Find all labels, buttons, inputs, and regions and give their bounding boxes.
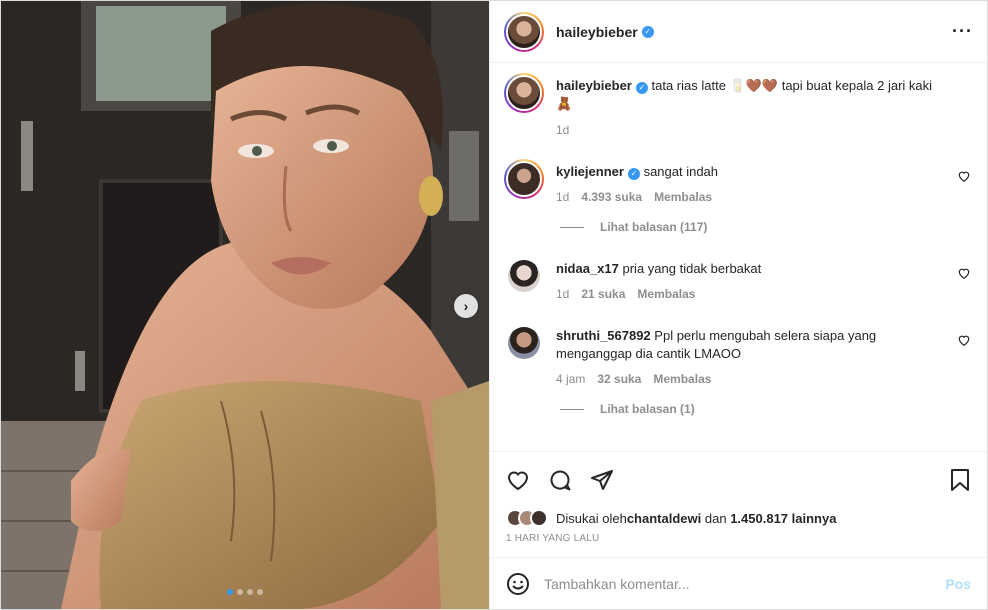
divider xyxy=(560,408,584,410)
verified-badge-icon: ✓ xyxy=(627,168,640,180)
author-avatar[interactable] xyxy=(504,11,544,52)
like-comment-heart-icon[interactable] xyxy=(957,266,971,280)
comment-time: 1d xyxy=(556,190,570,204)
post-photo[interactable]: › xyxy=(1,1,489,609)
comment-likes[interactable]: 21 suka xyxy=(581,287,625,301)
caption-time: 1d xyxy=(556,123,570,137)
comment-username[interactable]: shruthi_567892 xyxy=(556,328,651,343)
divider xyxy=(560,226,584,228)
comment-likes[interactable]: 4.393 suka xyxy=(581,190,642,204)
like-comment-heart-icon[interactable] xyxy=(957,169,971,183)
reply-button[interactable]: Membalas xyxy=(637,287,695,301)
verified-badge-icon: ✓ xyxy=(635,82,648,94)
reply-button[interactable]: Membalas xyxy=(654,190,712,204)
carousel-indicator xyxy=(227,589,263,595)
likes-text: Disukai olehchantaldewi dan 1.450.817 la… xyxy=(556,511,836,526)
liker-avatar xyxy=(530,509,548,527)
comment-text: pria yang tidak berbakat xyxy=(622,261,762,276)
selfie-image xyxy=(1,1,489,609)
post-timestamp: 1 HARI YANG LALU xyxy=(506,533,600,544)
likes-count[interactable]: 1.450.817 lainnya xyxy=(730,511,836,526)
comment-item: shruthi_567892 Ppl perlu mengubah selera… xyxy=(504,323,973,386)
likes-user[interactable]: chantaldewi xyxy=(627,511,701,526)
like-comment-heart-icon[interactable] xyxy=(957,333,971,347)
post-header: haileybieber ✓ ··· xyxy=(490,1,987,63)
view-replies-button[interactable]: Lihat balasan (117) xyxy=(560,220,973,234)
view-replies-label: Lihat balasan (117) xyxy=(600,220,708,234)
post-action-bar xyxy=(490,451,987,507)
likes-prefix: Disukai oleh xyxy=(556,510,627,526)
save-bookmark-icon[interactable] xyxy=(949,468,971,492)
reply-button[interactable]: Membalas xyxy=(653,372,711,386)
share-paper-plane-icon[interactable] xyxy=(590,468,614,492)
post-dialog: › haileybieber ✓ ··· haileybieber ✓ tata … xyxy=(0,0,988,610)
author-username[interactable]: haileybieber xyxy=(556,24,638,40)
next-slide-button[interactable]: › xyxy=(454,294,478,318)
comment-input[interactable] xyxy=(544,575,946,592)
carousel-dot xyxy=(247,589,253,595)
carousel-dot xyxy=(257,589,263,595)
comment-bubble-icon[interactable] xyxy=(548,468,572,492)
carousel-dot xyxy=(237,589,243,595)
emoji-smiley-icon[interactable] xyxy=(506,572,530,596)
comment-likes[interactable]: 32 suka xyxy=(597,372,641,386)
post-comment-button[interactable]: Pos xyxy=(945,576,971,592)
commenter-avatar[interactable] xyxy=(504,159,544,199)
caption-author-avatar[interactable] xyxy=(504,73,544,113)
more-options-icon[interactable]: ··· xyxy=(952,21,973,42)
comment-time: 1d xyxy=(556,287,570,301)
like-heart-icon[interactable] xyxy=(506,468,530,492)
comment-time: 4 jam xyxy=(556,372,586,386)
commenter-avatar[interactable] xyxy=(508,327,540,359)
likes-summary[interactable]: Disukai olehchantaldewi dan 1.450.817 la… xyxy=(490,507,987,529)
add-comment-bar: Pos xyxy=(490,557,987,609)
verified-badge-icon: ✓ xyxy=(641,25,654,38)
comment-item: kyliejenner ✓ sangat indah 1d 4.393 suka … xyxy=(504,159,973,204)
comment-username[interactable]: kyliejenner xyxy=(556,164,624,179)
view-replies-button[interactable]: Lihat balasan (1) xyxy=(560,402,973,416)
likes-middle: dan xyxy=(704,510,727,526)
comments-list[interactable]: haileybieber ✓ tata rias latte 🥛🤎🤎 tapi b… xyxy=(490,63,987,451)
comment-username[interactable]: nidaa_x17 xyxy=(556,261,619,276)
carousel-dot-active xyxy=(227,589,233,595)
comment-text: sangat indah xyxy=(643,164,719,179)
caption-item: haileybieber ✓ tata rias latte 🥛🤎🤎 tapi b… xyxy=(504,73,973,137)
view-replies-label: Lihat balasan (1) xyxy=(600,402,695,416)
caption-username[interactable]: haileybieber xyxy=(556,78,632,93)
post-details-panel: haileybieber ✓ ··· haileybieber ✓ tata ri… xyxy=(489,1,987,609)
comment-item: nidaa_x17 pria yang tidak berbakat 1d 21… xyxy=(504,256,973,301)
commenter-avatar[interactable] xyxy=(508,260,540,292)
